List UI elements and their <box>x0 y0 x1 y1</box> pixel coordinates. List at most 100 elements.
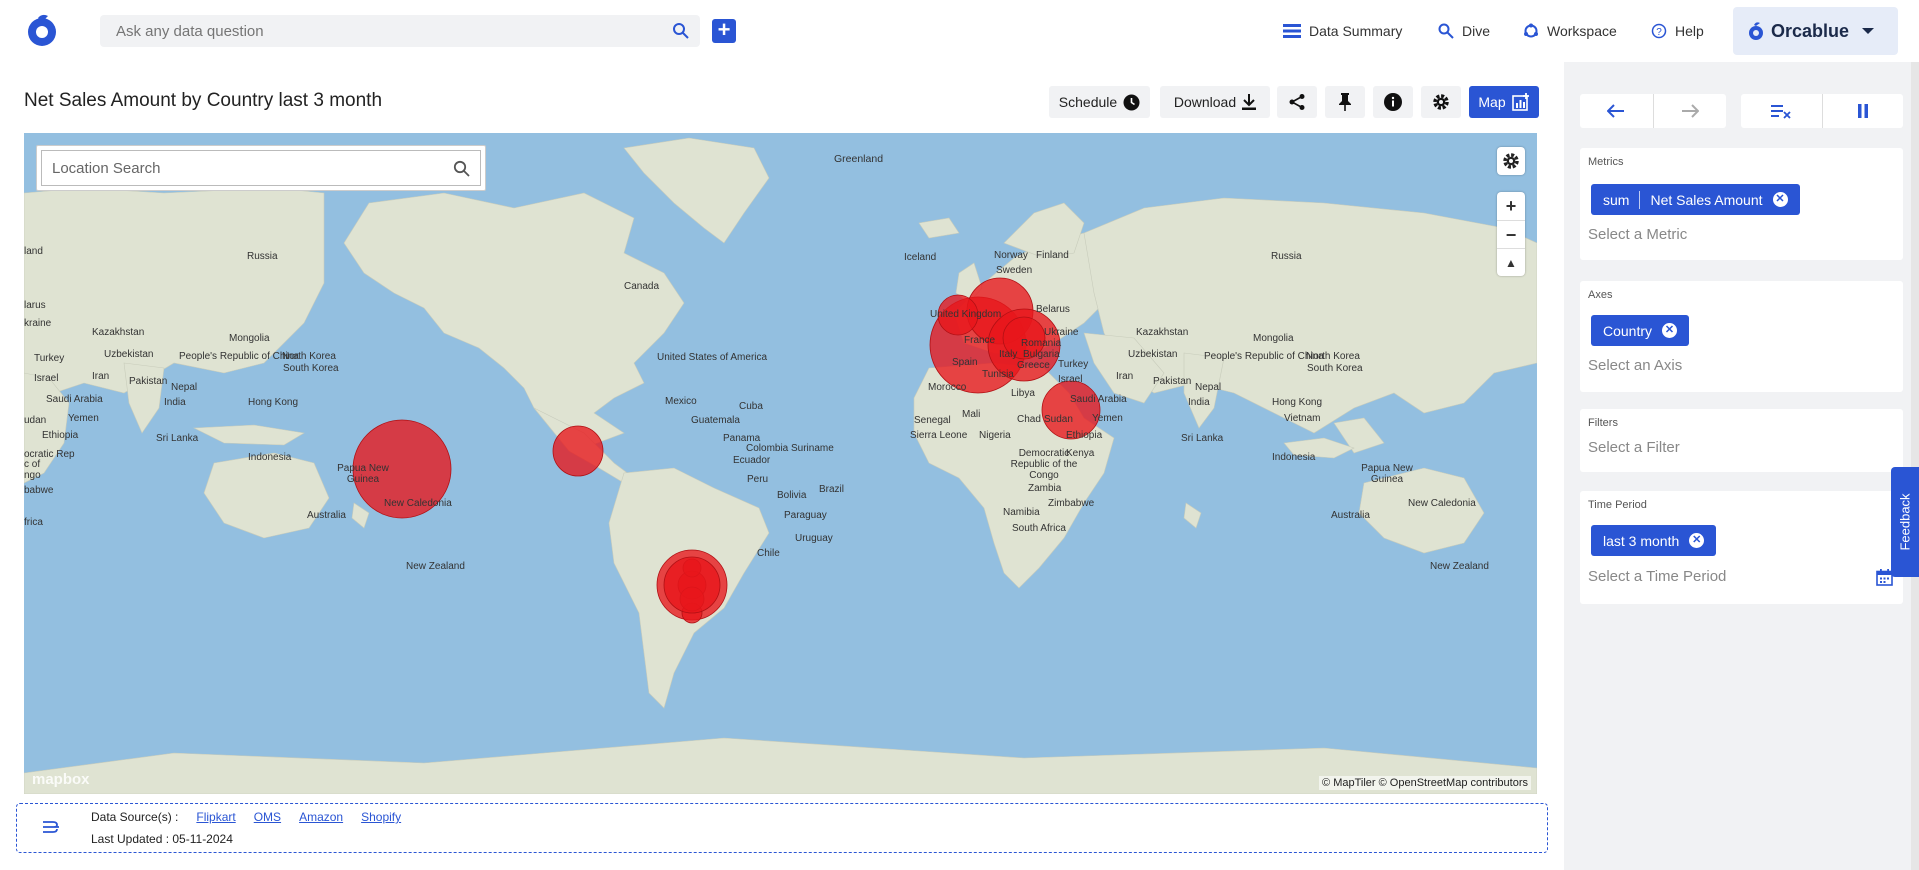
map-view-button[interactable]: Map <box>1469 86 1539 118</box>
time-period-select-input[interactable]: Select a Time Period <box>1588 568 1726 585</box>
nav-dive[interactable]: Dive <box>1438 20 1490 42</box>
remove-metric-icon[interactable]: ✕ <box>1772 192 1788 207</box>
nav-workspace[interactable]: Workspace <box>1523 20 1617 42</box>
map-label: Australia <box>307 510 346 521</box>
filter-select-input[interactable]: Select a Filter <box>1588 439 1680 456</box>
map-label: Iceland <box>904 252 937 263</box>
remove-time-period-icon[interactable]: ✕ <box>1689 533 1705 548</box>
filters-card: Filters Select a Filter <box>1580 409 1903 472</box>
question-input[interactable] <box>100 15 640 47</box>
time-period-chip[interactable]: last 3 month ✕ <box>1591 525 1717 556</box>
caret-down-icon <box>1862 28 1875 34</box>
source-link-flipkart[interactable]: Flipkart <box>196 810 235 824</box>
last-updated: Last Updated : 05-11-2024 <box>91 832 233 846</box>
map-label: kraine <box>24 318 52 329</box>
mapbox-logo[interactable]: mapbox <box>32 771 90 788</box>
map-label: Papua New Guinea <box>337 463 389 485</box>
world-basemap <box>24 137 1537 794</box>
ask-question-search[interactable] <box>100 15 700 47</box>
map-label: Greenland <box>834 153 884 165</box>
arrow-left-icon <box>1607 104 1625 118</box>
zoom-out-button[interactable]: − <box>1497 220 1525 248</box>
map-label: Ethiopia <box>42 430 79 441</box>
location-search-box[interactable]: Location Search <box>36 145 486 191</box>
pin-button[interactable] <box>1325 86 1365 118</box>
pin-icon <box>1339 93 1351 111</box>
map-label: Greece <box>1017 360 1050 371</box>
source-link-amazon[interactable]: Amazon <box>299 810 343 824</box>
location-search-placeholder[interactable]: Location Search <box>52 160 160 177</box>
list-icon <box>1283 24 1301 38</box>
map-label: India <box>164 397 186 408</box>
add-button[interactable]: + <box>712 19 736 43</box>
time-period-value: last 3 month <box>1603 532 1680 549</box>
help-icon: ? <box>1651 23 1667 39</box>
settings-button[interactable] <box>1421 86 1461 118</box>
map-label: Hong Kong <box>248 397 299 408</box>
nav-label: Help <box>1675 23 1704 39</box>
source-link-shopify[interactable]: Shopify <box>361 810 401 824</box>
brand-menu-button[interactable]: Orcablue <box>1733 7 1898 55</box>
map-label: ngo <box>24 470 41 481</box>
map-label: Uzbekistan <box>1128 349 1178 360</box>
compass-button[interactable]: ▲ <box>1497 248 1525 276</box>
map-label: Bolivia <box>777 490 807 501</box>
map-label: Colombia <box>746 443 789 454</box>
world-map[interactable]: Greenland Russia Russia Canada Iceland N… <box>24 133 1537 794</box>
download-button[interactable]: Download <box>1160 86 1270 118</box>
map-label: Sri Lanka <box>1181 433 1224 444</box>
map-label: frica <box>24 517 43 528</box>
pause-button[interactable] <box>1823 94 1904 128</box>
data-source-footer: Data Source(s) : Flipkart OMS Amazon Sho… <box>16 803 1548 853</box>
back-button[interactable] <box>1580 94 1654 128</box>
metrics-title: Metrics <box>1588 156 1624 168</box>
map-label: Morocco <box>928 382 967 393</box>
orcablue-logo-icon[interactable] <box>24 12 60 48</box>
nav-label: Data Summary <box>1309 23 1403 39</box>
map-label: Peru <box>747 474 769 485</box>
chart-add-icon <box>1511 93 1529 111</box>
schedule-button[interactable]: Schedule <box>1049 86 1150 118</box>
clear-list-icon <box>1771 105 1791 119</box>
map-label: Guatemala <box>691 415 740 426</box>
map-label: South Korea <box>1307 363 1363 374</box>
map-label: People's Republic of China <box>179 351 299 362</box>
map-label: Mexico <box>665 396 697 407</box>
map-label: Sri Lanka <box>156 433 199 444</box>
search-icon[interactable] <box>453 160 470 177</box>
panel-scrollbar[interactable] <box>1911 62 1919 870</box>
search-icon[interactable] <box>672 22 690 40</box>
gear-icon[interactable] <box>1497 147 1525 175</box>
forward-button[interactable] <box>1654 94 1727 128</box>
nav-help[interactable]: ? Help <box>1651 20 1704 42</box>
map-attribution[interactable]: © MapTiler © OpenStreetMap contributors <box>1319 776 1531 790</box>
metric-chip[interactable]: sum Net Sales Amount ✕ <box>1591 184 1800 215</box>
map-label: Israel <box>1058 374 1083 385</box>
feedback-tab[interactable]: Feedback <box>1891 467 1919 577</box>
info-button[interactable] <box>1373 86 1413 118</box>
map-label: India <box>1188 397 1210 408</box>
share-button[interactable] <box>1277 86 1317 118</box>
map-label: Uruguay <box>795 533 833 544</box>
axis-chip[interactable]: Country ✕ <box>1591 315 1690 346</box>
share-icon <box>1289 94 1305 110</box>
map-label: South Africa <box>1012 523 1066 534</box>
nav-data-summary[interactable]: Data Summary <box>1283 20 1402 42</box>
time-period-title: Time Period <box>1588 499 1647 511</box>
remove-axis-icon[interactable]: ✕ <box>1662 323 1678 338</box>
axis-select-input[interactable]: Select an Axis <box>1588 357 1682 374</box>
top-bar: + Data Summary Dive Workspace ? Help Orc… <box>0 0 1919 62</box>
map-label: New Caledonia <box>384 498 452 509</box>
map-settings-control[interactable] <box>1497 147 1525 175</box>
zoom-in-button[interactable]: + <box>1497 192 1525 220</box>
map-label: Vietnam <box>1284 413 1321 424</box>
map-label: Sudan <box>1044 414 1073 425</box>
map-label: Brazil <box>819 484 845 495</box>
map-label: New Caledonia <box>1408 498 1476 509</box>
map-label: Mali <box>962 409 981 420</box>
clear-filters-button[interactable] <box>1741 94 1823 128</box>
map-label: Pakistan <box>1153 376 1192 387</box>
source-link-oms[interactable]: OMS <box>254 810 281 824</box>
metric-select-input[interactable]: Select a Metric <box>1588 226 1687 243</box>
map-label: Bulgaria <box>1023 349 1060 360</box>
